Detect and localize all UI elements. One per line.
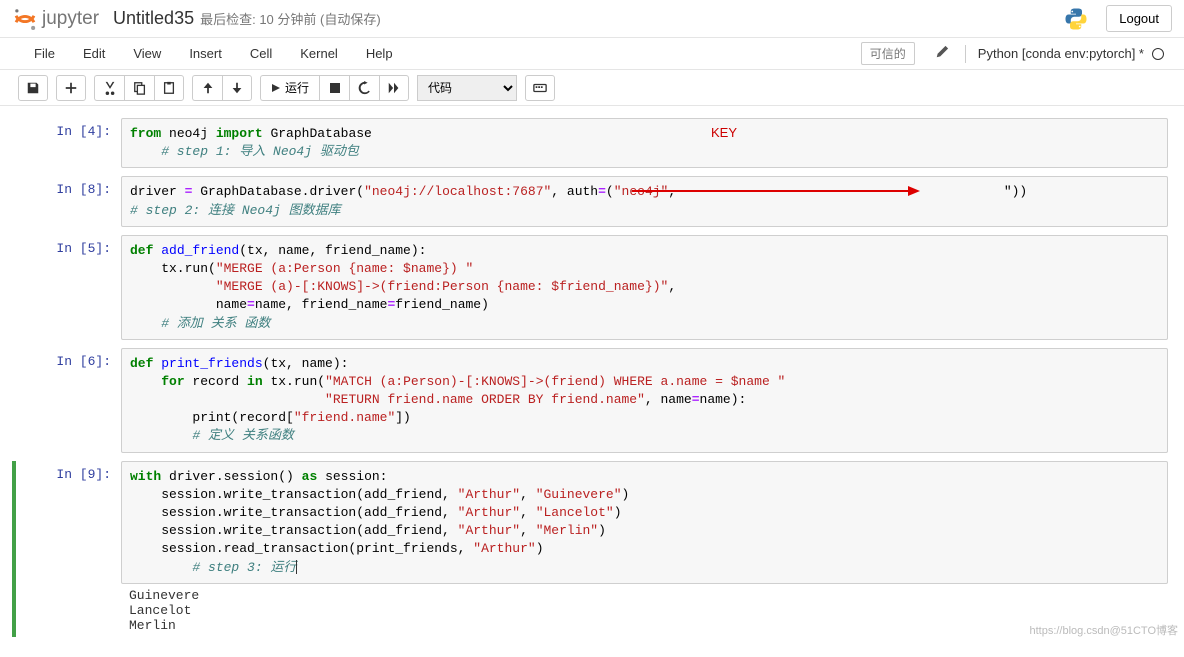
cell-input[interactable]: from neo4j import GraphDatabase # step 1… [121,118,1168,168]
logo-text: jupyter [42,8,99,30]
cell-input[interactable]: driver = GraphDatabase.driver("neo4j://l… [121,176,1168,226]
notebook-area: In [4]:from neo4j import GraphDatabase #… [0,106,1184,657]
code-cell[interactable]: In [6]:def print_friends(tx, name): for … [16,348,1168,453]
watermark: https://blog.csdn@51CTO博客 [1029,622,1178,638]
menu-file[interactable]: File [20,40,69,67]
arrow-annotation [632,183,922,199]
key-annotation-label: KEY [711,125,737,140]
code-cell[interactable]: In [5]:def add_friend(tx, name, friend_n… [16,235,1168,340]
code-cell[interactable]: In [4]:from neo4j import GraphDatabase #… [16,118,1168,168]
menu-insert[interactable]: Insert [175,40,236,67]
python-icon [1064,7,1088,31]
move-up-button[interactable] [192,75,222,101]
run-button[interactable]: 运行 [260,75,319,101]
header: jupyter Untitled35 最后检查: 10 分钟前 (自动保存) L… [0,0,1184,38]
notebook-title[interactable]: Untitled35 [113,8,194,29]
menu-help[interactable]: Help [352,40,407,67]
stop-button[interactable] [319,75,349,101]
toolbar: 运行 代码 [0,70,1184,106]
menu-cell[interactable]: Cell [236,40,286,67]
kernel-name[interactable]: Python [conda env:pytorch] * [978,46,1144,61]
restart-button[interactable] [349,75,379,101]
trusted-badge[interactable]: 可信的 [861,42,915,65]
logout-button[interactable]: Logout [1106,5,1172,32]
save-button[interactable] [18,75,48,101]
cell-prompt: In [6]: [16,348,121,453]
menu-kernel[interactable]: Kernel [286,40,352,67]
text-cursor [296,560,297,574]
logo[interactable]: jupyter [12,6,99,32]
cell-input[interactable]: def add_friend(tx, name, friend_name): t… [121,235,1168,340]
jupyter-icon [12,6,38,32]
divider [965,45,966,63]
add-cell-button[interactable] [56,75,86,101]
cell-prompt: In [5]: [16,235,121,340]
cell-type-select[interactable]: 代码 [417,75,517,101]
copy-button[interactable] [124,75,154,101]
checkpoint-status: 最后检查: 10 分钟前 (自动保存) [200,9,381,28]
cell-output: Guinevere Lancelot Merlin [121,584,1168,637]
menu-edit[interactable]: Edit [69,40,119,67]
kernel-status-icon [1152,48,1164,60]
code-cell[interactable]: In [8]:driver = GraphDatabase.driver("ne… [16,176,1168,226]
menubar: FileEditViewInsertCellKernelHelp 可信的 Pyt… [0,38,1184,70]
cut-button[interactable] [94,75,124,101]
cell-input[interactable]: with driver.session() as session: sessio… [121,461,1168,584]
paste-button[interactable] [154,75,184,101]
menu-view[interactable]: View [119,40,175,67]
cell-prompt: In [4]: [16,118,121,168]
cell-prompt: In [9]: [16,461,121,637]
command-palette-button[interactable] [525,75,555,101]
code-cell[interactable]: In [9]:with driver.session() as session:… [12,461,1168,637]
cell-input[interactable]: def print_friends(tx, name): for record … [121,348,1168,453]
edit-icon[interactable] [935,45,949,62]
run-all-button[interactable] [379,75,409,101]
cell-prompt: In [8]: [16,176,121,226]
move-down-button[interactable] [222,75,252,101]
